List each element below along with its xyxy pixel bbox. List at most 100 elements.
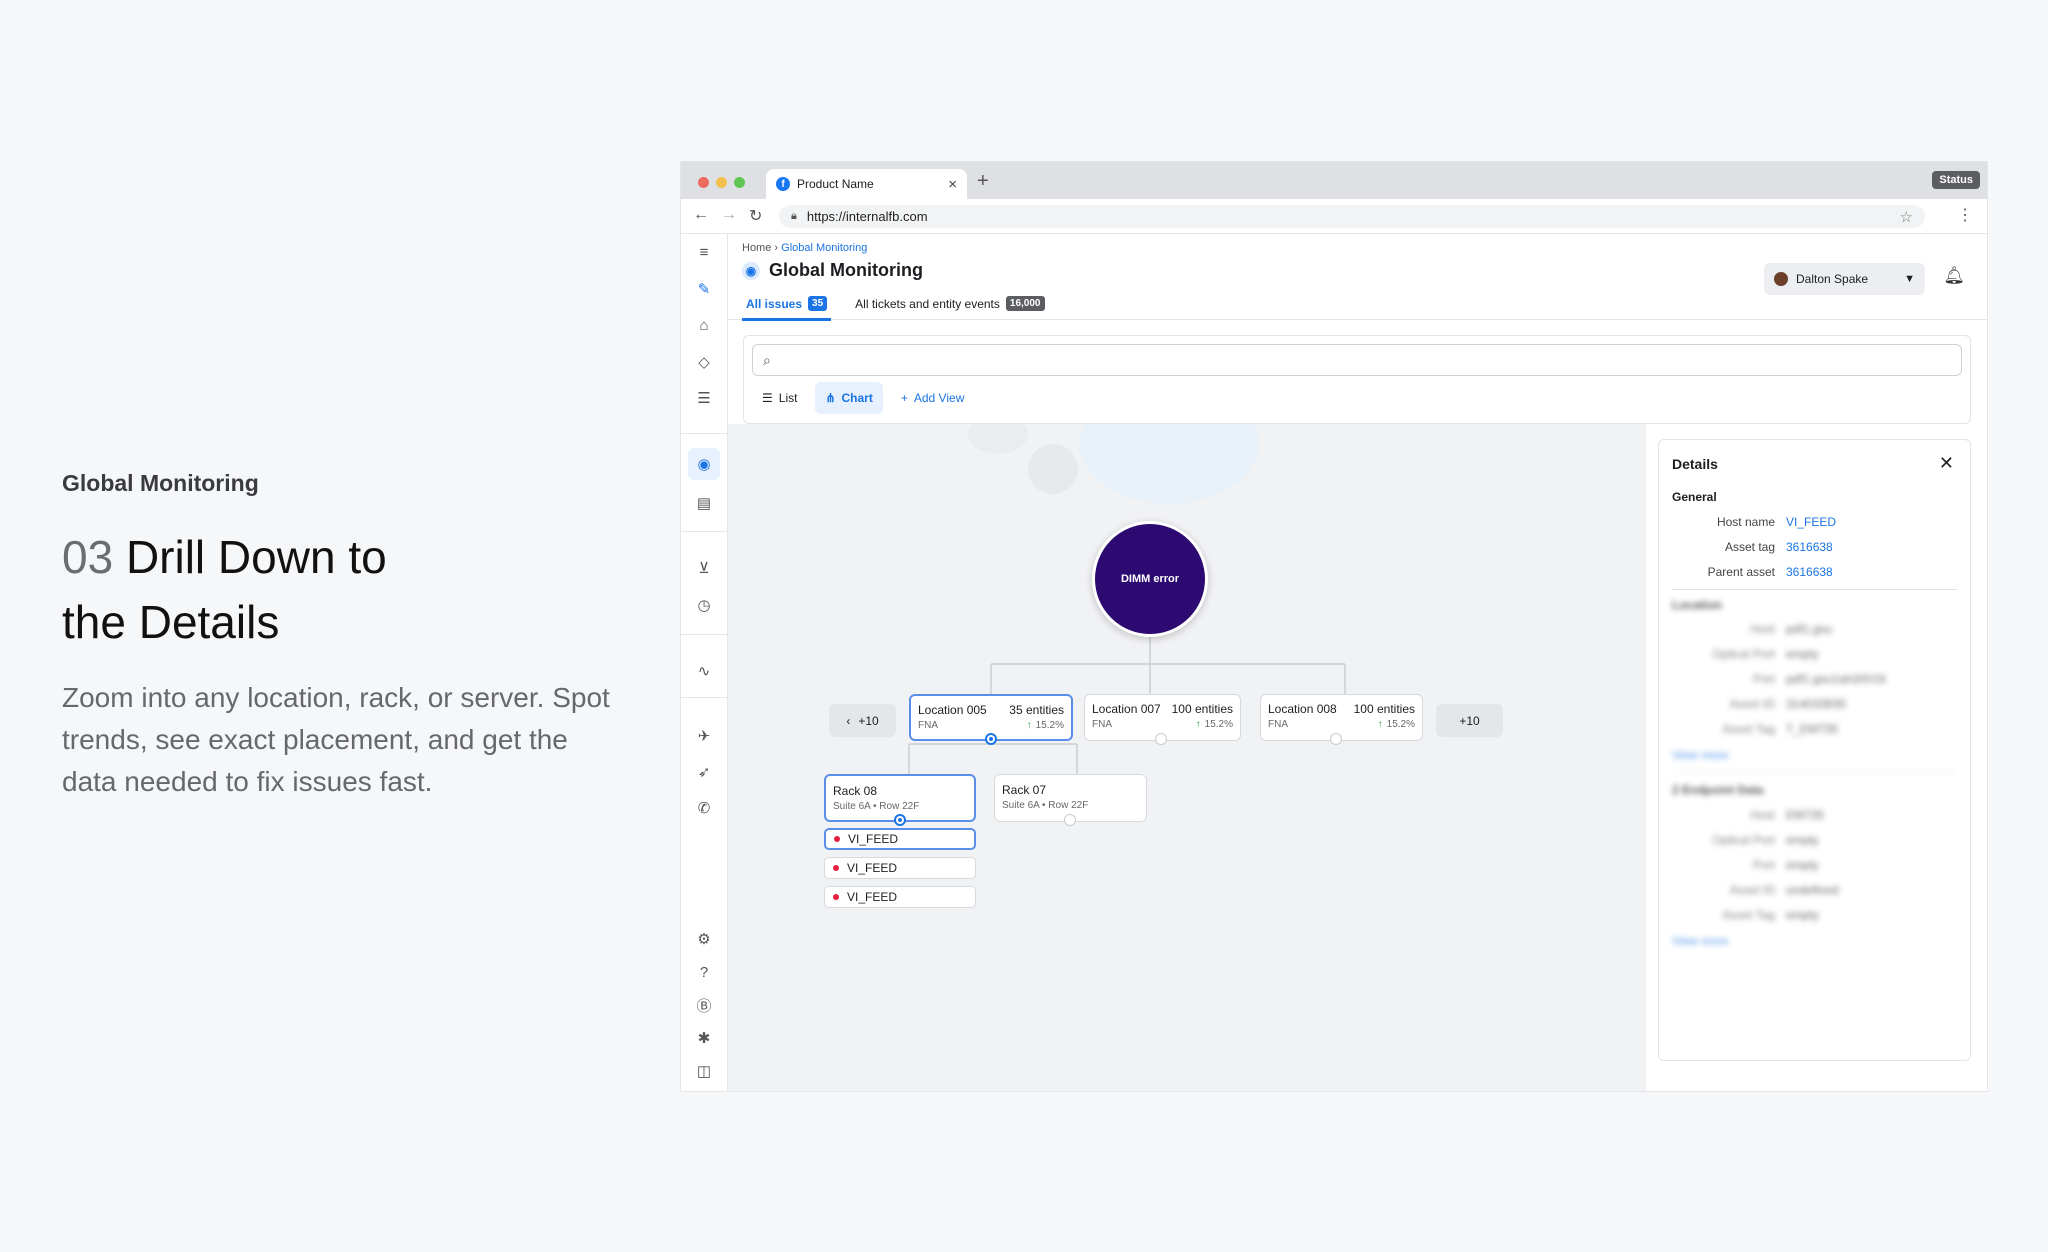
detail-key: Host bbox=[1750, 622, 1775, 636]
plane-icon[interactable]: ✈ bbox=[692, 724, 716, 748]
tab-all-tickets[interactable]: All tickets and entity events 16,000 bbox=[851, 296, 1048, 321]
detail-key: Asset Tag bbox=[1722, 908, 1775, 922]
location-name: Location 005 bbox=[918, 703, 987, 717]
menu-icon[interactable]: ≡ bbox=[692, 240, 716, 264]
bitcoin-icon[interactable]: Ⓑ bbox=[692, 993, 716, 1017]
list-view-button[interactable]: ☰ List bbox=[752, 382, 807, 414]
new-tab-icon[interactable]: + bbox=[977, 170, 989, 193]
detail-value: pdf1.gsu1ah3/0/19 bbox=[1786, 672, 1886, 686]
expand-handle[interactable] bbox=[1064, 814, 1076, 826]
list-icon[interactable]: ☰ bbox=[692, 386, 716, 410]
bug-icon[interactable]: ✱ bbox=[692, 1026, 716, 1050]
phone-icon[interactable]: ✆ bbox=[692, 796, 716, 820]
browser-tab[interactable]: f Product Name × bbox=[766, 169, 967, 199]
maximize-window-button[interactable] bbox=[734, 177, 745, 188]
help-icon[interactable]: ? bbox=[692, 960, 716, 984]
chart-canvas[interactable]: DIMM error ‹ +10 +10 Location 005 35 enti… bbox=[728, 424, 1646, 1091]
error-dot bbox=[834, 836, 840, 842]
host-item[interactable]: VI_FEED bbox=[824, 828, 976, 850]
history-icon[interactable]: ◷ bbox=[692, 593, 716, 617]
detail-row: Host name VI_FEED bbox=[1659, 515, 1970, 529]
host-item[interactable]: VI_FEED bbox=[824, 857, 976, 879]
host-item[interactable]: VI_FEED bbox=[824, 886, 976, 908]
detail-value: T_EM735 bbox=[1786, 722, 1839, 736]
book-icon[interactable]: ▤ bbox=[692, 491, 716, 515]
page-title: ◉ Global Monitoring bbox=[742, 260, 923, 281]
location-region: FNA bbox=[1268, 719, 1288, 730]
view-switcher: ☰ List ⋔ Chart + Add View bbox=[752, 382, 974, 414]
detail-link[interactable]: VI_FEED bbox=[1786, 515, 1836, 529]
page-title-text: Global Monitoring bbox=[769, 260, 923, 280]
bell-icon[interactable]: 🔔︎ bbox=[1943, 266, 1965, 286]
host-name: VI_FEED bbox=[847, 890, 898, 904]
promo-section: Global Monitoring 03 Drill Down to the D… bbox=[62, 470, 622, 803]
back-arrow-icon[interactable]: ← bbox=[693, 206, 709, 224]
bookmark-star-icon[interactable]: ☆ bbox=[1900, 208, 1913, 226]
detail-key: Host name bbox=[1716, 515, 1775, 529]
detail-link[interactable]: 3616638 bbox=[1786, 565, 1833, 579]
panel-toggle-icon[interactable]: ◫ bbox=[692, 1059, 716, 1083]
next-locations-button[interactable]: +10 bbox=[1436, 704, 1503, 737]
add-view-button[interactable]: + Add View bbox=[891, 382, 975, 414]
rack-name: Rack 08 bbox=[833, 784, 878, 798]
trend-icon[interactable]: ∿ bbox=[692, 659, 716, 683]
browser-menu-icon[interactable]: ⋮ bbox=[1957, 205, 1973, 225]
entity-count: 100 entities bbox=[1353, 702, 1415, 716]
divider bbox=[1672, 771, 1957, 772]
breadcrumb-current[interactable]: Global Monitoring bbox=[781, 242, 867, 254]
details-title: Details bbox=[1672, 456, 1718, 472]
location-region: FNA bbox=[1092, 719, 1112, 730]
reload-icon[interactable]: ↻ bbox=[749, 206, 762, 226]
detail-value: empty bbox=[1786, 647, 1819, 661]
detail-key: Optical Port bbox=[1712, 647, 1775, 661]
detail-key: Asset ID bbox=[1729, 883, 1775, 897]
view-more-link[interactable]: View more bbox=[1672, 748, 1728, 762]
tag-icon[interactable]: ◇ bbox=[692, 350, 716, 374]
gear-icon[interactable]: ⚙ bbox=[692, 927, 716, 951]
forward-arrow-icon[interactable]: → bbox=[721, 206, 737, 224]
globe-icon[interactable]: ◉ bbox=[688, 448, 720, 480]
close-icon[interactable]: ✕ bbox=[1939, 453, 1954, 474]
status-button[interactable]: Status bbox=[1932, 171, 1980, 189]
search-input[interactable]: ⌕ bbox=[752, 344, 1962, 376]
root-node[interactable]: DIMM error bbox=[1092, 521, 1208, 637]
close-window-button[interactable] bbox=[698, 177, 709, 188]
location-node[interactable]: Location 008 100 entities FNA ↑ 15.2% bbox=[1260, 694, 1423, 741]
detail-row: Optical Port empty bbox=[1659, 647, 1970, 661]
count-badge: 35 bbox=[808, 296, 828, 311]
detail-row: Asset Tag T_EM735 bbox=[1659, 722, 1970, 736]
rail-divider bbox=[681, 634, 728, 635]
close-tab-icon[interactable]: × bbox=[948, 176, 957, 193]
breadcrumb-home[interactable]: Home bbox=[742, 242, 771, 254]
location-name: Location 008 bbox=[1268, 702, 1337, 716]
location-trend: 15.2% bbox=[1035, 720, 1064, 731]
expand-handle[interactable] bbox=[985, 733, 997, 745]
expand-handle[interactable] bbox=[1155, 733, 1167, 745]
view-more-link[interactable]: View more bbox=[1672, 934, 1728, 948]
detail-link[interactable]: 3616638 bbox=[1786, 540, 1833, 554]
search-icon: ⌕ bbox=[763, 351, 771, 368]
magic-wand-icon[interactable]: ✎ bbox=[692, 277, 716, 301]
globe-icon: ◉ bbox=[742, 261, 760, 280]
detail-row: Asset Tag empty bbox=[1659, 908, 1970, 922]
rail-divider bbox=[681, 433, 728, 434]
expand-handle[interactable] bbox=[1330, 733, 1342, 745]
window-controls bbox=[698, 177, 745, 188]
tab-all-issues[interactable]: All issues 35 bbox=[742, 296, 832, 321]
minimize-window-button[interactable] bbox=[716, 177, 727, 188]
cart-icon[interactable]: ⊻ bbox=[692, 556, 716, 580]
url-field[interactable]: 🔒︎ https://internalfb.com ☆ bbox=[779, 205, 1925, 228]
previous-locations-button[interactable]: ‹ +10 bbox=[829, 704, 896, 737]
user-menu[interactable]: Dalton Spake ▼ bbox=[1764, 263, 1925, 295]
browser-tab-title: Product Name bbox=[797, 177, 874, 191]
detail-value: 314033835 bbox=[1786, 697, 1847, 711]
avatar bbox=[1774, 272, 1788, 286]
endpoint-section-label: 2 Endpoint Data bbox=[1672, 783, 1764, 797]
expand-handle[interactable] bbox=[894, 814, 906, 826]
home-icon[interactable]: ⌂ bbox=[692, 313, 716, 337]
location-name: Location 007 bbox=[1092, 702, 1161, 716]
chart-view-button[interactable]: ⋔ Chart bbox=[815, 382, 883, 414]
location-section-label: Location bbox=[1672, 598, 1722, 612]
rocket-icon[interactable]: ➶ bbox=[692, 760, 716, 784]
add-view-label: Add View bbox=[913, 391, 965, 405]
